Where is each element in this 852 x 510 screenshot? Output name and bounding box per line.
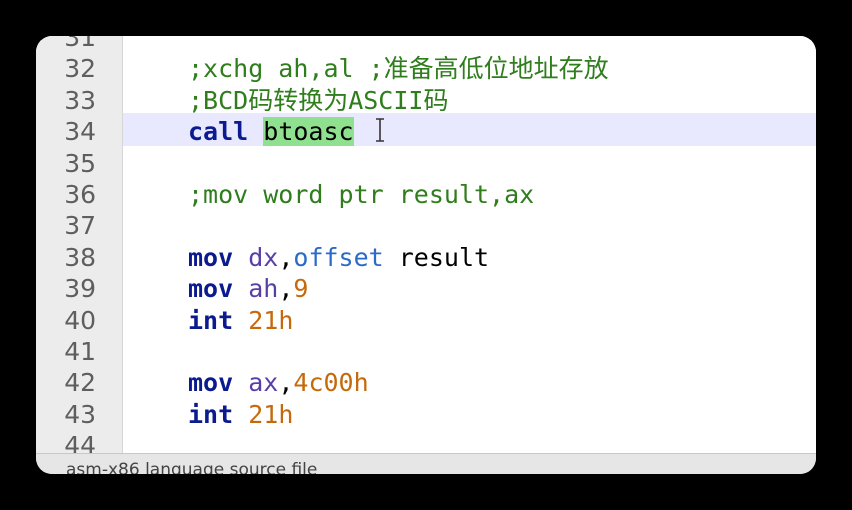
code-token: mov bbox=[188, 368, 234, 397]
code-token: 21h bbox=[248, 306, 294, 335]
code-token: ;BCD码转换为ASCII码 bbox=[188, 86, 449, 115]
code-token: call bbox=[188, 117, 249, 146]
code-token: ah bbox=[248, 274, 279, 303]
line-number: 35 bbox=[64, 149, 96, 178]
code-line[interactable]: ;xchg ah,al ;准备高低位地址存放 bbox=[188, 53, 609, 84]
line-number: 32 bbox=[64, 54, 96, 83]
code-token: result bbox=[383, 243, 490, 272]
code-line[interactable]: ;BCD码转换为ASCII码 bbox=[188, 85, 448, 116]
line-number: 41 bbox=[64, 337, 96, 366]
code-line[interactable]: int 21h bbox=[188, 399, 293, 430]
line-number: 39 bbox=[64, 274, 96, 303]
code-token: mov bbox=[188, 274, 234, 303]
code-token: offset bbox=[293, 243, 384, 272]
code-token: , bbox=[278, 368, 294, 397]
code-token: , bbox=[278, 243, 294, 272]
code-token: , bbox=[278, 274, 294, 303]
file-type-label: asm-x86 language source file bbox=[66, 460, 318, 474]
code-token: mov bbox=[188, 243, 234, 272]
code-token: dx bbox=[248, 243, 279, 272]
code-line[interactable]: mov ah,9 bbox=[188, 273, 308, 304]
line-number: 33 bbox=[64, 86, 96, 115]
code-token: ;xchg ah,al ;准备高低位地址存放 bbox=[188, 54, 609, 83]
line-number: 43 bbox=[64, 400, 96, 429]
code-line[interactable]: mov ax,4c00h bbox=[188, 367, 369, 398]
text-cursor-icon bbox=[376, 118, 384, 142]
code-token: 9 bbox=[293, 274, 309, 303]
line-number: 34 bbox=[64, 117, 96, 146]
code-token: ax bbox=[248, 368, 279, 397]
line-number-gutter: 31 32 33 34 35 36 37 38 39 40 41 42 43 44 bbox=[36, 36, 123, 460]
code-line[interactable]: mov dx,offset result bbox=[188, 242, 489, 273]
code-token: int bbox=[188, 306, 234, 335]
editor-window: 31 32 33 34 35 36 37 38 39 40 41 42 43 44 ;xchg ah,al… bbox=[36, 36, 816, 474]
line-number: 37 bbox=[64, 211, 96, 240]
status-bar: asm-x86 language source file bbox=[36, 453, 816, 474]
code-token: 21h bbox=[248, 400, 294, 429]
code-token: ;mov word ptr result,ax bbox=[188, 180, 535, 209]
line-number: 36 bbox=[64, 180, 96, 209]
code-line[interactable]: ;mov word ptr result,ax bbox=[188, 179, 534, 210]
line-number: 31 bbox=[64, 36, 96, 52]
code-line[interactable]: call btoasc bbox=[188, 116, 354, 147]
line-number: 38 bbox=[64, 243, 96, 272]
highlighted-token: btoasc bbox=[263, 117, 354, 146]
code-token: 4c00h bbox=[293, 368, 369, 397]
code-token: int bbox=[188, 400, 234, 429]
code-line[interactable]: int 21h bbox=[188, 305, 293, 336]
line-number: 40 bbox=[64, 306, 96, 335]
line-number: 42 bbox=[64, 368, 96, 397]
code-editor[interactable]: ;xchg ah,al ;准备高低位地址存放 ;BCD码转换为ASCII码 call… bbox=[123, 36, 816, 454]
